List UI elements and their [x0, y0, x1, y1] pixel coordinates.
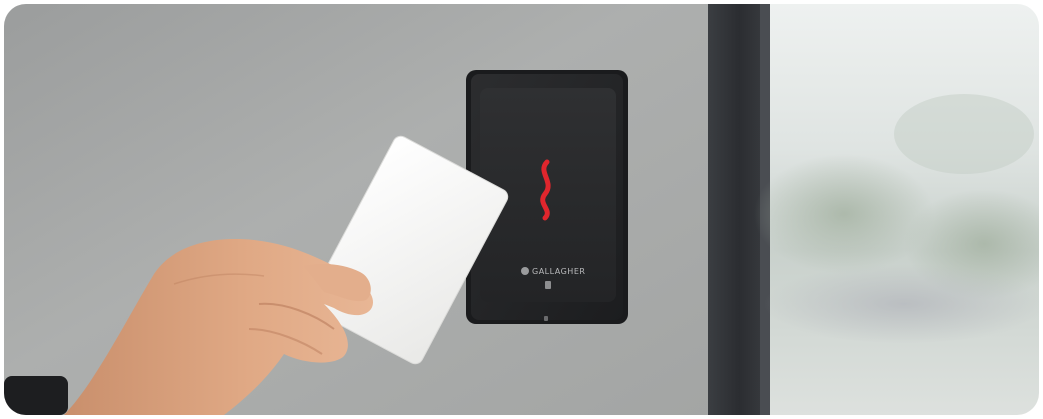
blurred-window [754, 4, 1039, 415]
brand-logo-icon [521, 267, 529, 275]
watch-strap [4, 376, 68, 415]
reader-brand-label: GALLAGHER [532, 267, 585, 276]
access-control-photo: GALLAGHER [4, 4, 1039, 415]
photo-frame: GALLAGHER [4, 4, 1039, 415]
